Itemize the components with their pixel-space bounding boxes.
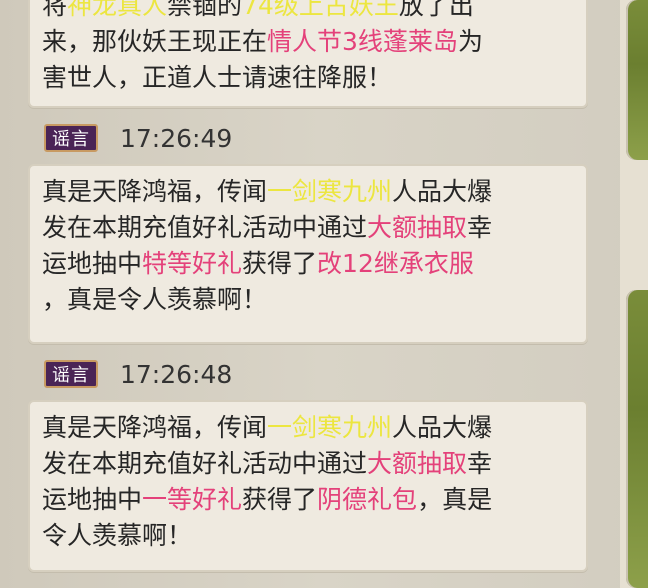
player-name-link[interactable]: 一剑寒九州 bbox=[267, 177, 392, 206]
highlight-link[interactable]: 特等好礼 bbox=[142, 249, 242, 278]
message-header: 谣言 17:26:48 bbox=[44, 358, 232, 390]
message-text: ，真是 bbox=[417, 485, 493, 514]
message-text: 为 bbox=[457, 27, 483, 56]
message-text: 运地抽中 bbox=[42, 249, 143, 278]
message-text: 人品大爆 bbox=[392, 413, 493, 442]
highlight-link[interactable]: 情人节3线蓬莱岛 bbox=[267, 27, 458, 56]
highlight-link[interactable]: 改12继承衣服 bbox=[317, 249, 474, 278]
message-text: 人品大爆 bbox=[392, 177, 493, 206]
highlight-link[interactable]: 大额抽取 bbox=[367, 213, 467, 242]
message-line: 运地抽中一等好礼获得了阴德礼包，真是 bbox=[42, 482, 574, 518]
message-text: 令人羡慕啊！ bbox=[42, 521, 193, 550]
message-text: 幸 bbox=[467, 213, 493, 242]
chat-message: 真是天降鸿福，传闻一剑寒九州人品大爆 发在本期充值好礼活动中通过大额抽取幸 运地抽中… bbox=[28, 400, 588, 572]
message-header: 谣言 17:26:49 bbox=[44, 122, 232, 154]
rumor-channel-badge[interactable]: 谣言 bbox=[44, 360, 98, 388]
highlight-link[interactable]: 阴德礼包 bbox=[317, 485, 417, 514]
chat-message: 真是天降鸿福，传闻一剑寒九州人品大爆 发在本期充值好礼活动中通过大额抽取幸 运地抽中… bbox=[28, 164, 588, 344]
message-line: 来，那伙妖王现正在情人节3线蓬莱岛为 bbox=[42, 24, 574, 60]
message-line: 真是天降鸿福，传闻一剑寒九州人品大爆 bbox=[42, 410, 574, 446]
message-text: 放了出 bbox=[398, 0, 474, 20]
message-timestamp: 17:26:48 bbox=[120, 359, 233, 389]
message-text: 真是天降鸿福，传闻 bbox=[42, 177, 268, 206]
message-line: 发在本期充值好礼活动中通过大额抽取幸 bbox=[42, 446, 574, 482]
chat-message: 将神龙真人禁锢的74级上古妖王放了出 来，那伙妖王现正在情人节3线蓬莱岛为 害世人，… bbox=[28, 0, 588, 108]
game-scene-edge bbox=[620, 0, 648, 588]
scene-panel bbox=[626, 290, 648, 588]
message-timestamp: 17:26:49 bbox=[120, 123, 233, 153]
message-text: ，真是令人羡慕啊！ bbox=[42, 285, 268, 314]
rumor-channel-badge[interactable]: 谣言 bbox=[44, 124, 98, 152]
message-line: 发在本期充值好礼活动中通过大额抽取幸 bbox=[42, 210, 574, 246]
scene-panel bbox=[626, 0, 648, 160]
message-line: ，真是令人羡慕啊！ bbox=[42, 282, 574, 318]
game-chat-window: 将神龙真人禁锢的74级上古妖王放了出 来，那伙妖王现正在情人节3线蓬莱岛为 害世人，… bbox=[0, 0, 648, 588]
highlight-link[interactable]: 一等好礼 bbox=[142, 485, 242, 514]
message-text: 发在本期充值好礼活动中通过 bbox=[42, 449, 368, 478]
message-text: 幸 bbox=[467, 449, 493, 478]
message-text: 害世人，正道人士请速往降服！ bbox=[42, 63, 393, 92]
message-line: 运地抽中特等好礼获得了改12继承衣服 bbox=[42, 246, 574, 282]
message-line: 真是天降鸿福，传闻一剑寒九州人品大爆 bbox=[42, 174, 574, 210]
message-line: 将神龙真人禁锢的74级上古妖王放了出 bbox=[42, 0, 574, 24]
message-text: 将 bbox=[42, 0, 68, 20]
message-line: 令人羡慕啊！ bbox=[42, 518, 574, 554]
message-text: 真是天降鸿福，传闻 bbox=[42, 413, 268, 442]
player-name-link[interactable]: 一剑寒九州 bbox=[267, 413, 392, 442]
chat-log[interactable]: 将神龙真人禁锢的74级上古妖王放了出 来，那伙妖王现正在情人节3线蓬莱岛为 害世人，… bbox=[28, 0, 590, 588]
player-name-link[interactable]: 神龙真人 bbox=[67, 0, 167, 20]
message-text: 来，那伙妖王现正在 bbox=[42, 27, 268, 56]
message-text: 获得了 bbox=[242, 485, 318, 514]
highlight-link[interactable]: 大额抽取 bbox=[367, 449, 467, 478]
message-text: 获得了 bbox=[242, 249, 318, 278]
message-text: 运地抽中 bbox=[42, 485, 143, 514]
message-line: 害世人，正道人士请速往降服！ bbox=[42, 60, 574, 96]
message-text: 发在本期充值好礼活动中通过 bbox=[42, 213, 368, 242]
player-name-link[interactable]: 74级上古妖王 bbox=[242, 0, 399, 20]
message-text: 禁锢的 bbox=[167, 0, 243, 20]
